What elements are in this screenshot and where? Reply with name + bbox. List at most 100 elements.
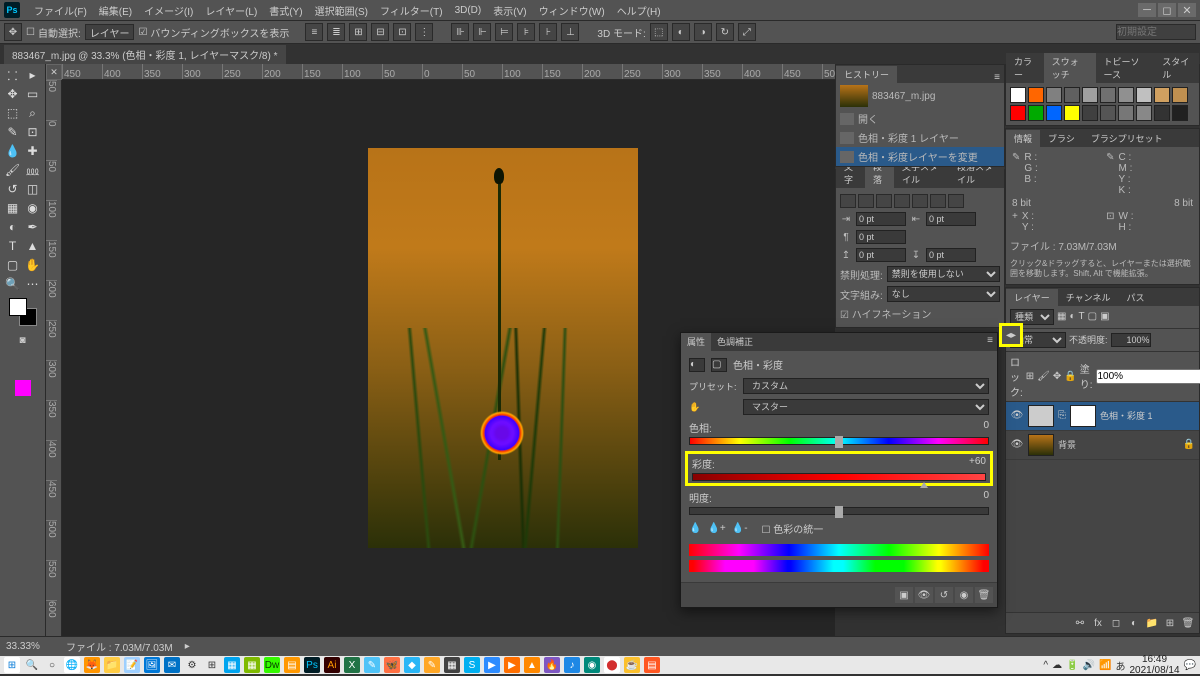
- swatch[interactable]: [1136, 105, 1152, 121]
- swatch[interactable]: [1136, 87, 1152, 103]
- menu-select[interactable]: 選択範囲(S): [309, 3, 374, 18]
- 3d-icon-2[interactable]: ◐: [672, 23, 690, 41]
- new-group-icon[interactable]: 📁: [1144, 616, 1160, 630]
- app-icon[interactable]: 🦋: [384, 657, 400, 673]
- hyphenation-checkbox[interactable]: ☑ ハイフネーション: [840, 306, 931, 321]
- swatch[interactable]: [1010, 105, 1026, 121]
- menu-file[interactable]: ファイル(F): [28, 3, 93, 18]
- view-previous-icon[interactable]: 👁: [915, 587, 933, 603]
- info-tab[interactable]: 情報: [1006, 130, 1040, 147]
- lock-all-icon[interactable]: 🔒: [1064, 369, 1076, 383]
- media-icon[interactable]: ▶: [504, 657, 520, 673]
- outlook-icon[interactable]: ✉: [164, 657, 180, 673]
- app-icon[interactable]: ▤: [644, 657, 660, 673]
- justify-center-icon[interactable]: [912, 194, 928, 208]
- preset-select[interactable]: カスタム: [743, 378, 989, 394]
- quick-select-tool[interactable]: ✎: [3, 123, 23, 141]
- filter-shape-icon[interactable]: ▢: [1088, 311, 1097, 322]
- swatch[interactable]: [1100, 87, 1116, 103]
- app-icon[interactable]: ✎: [424, 657, 440, 673]
- distribute-icon-3[interactable]: ⊨: [495, 23, 513, 41]
- dodge-tool[interactable]: ◐: [3, 218, 23, 236]
- align-center-icon[interactable]: [858, 194, 874, 208]
- lightness-value[interactable]: 0: [983, 490, 989, 505]
- swatch[interactable]: [1172, 105, 1188, 121]
- ruler-horizontal[interactable]: 4504003503002502001501005005010015020025…: [62, 64, 835, 80]
- reset-icon[interactable]: ↺: [935, 587, 953, 603]
- layer-item[interactable]: 👁 背景 🔒: [1006, 431, 1199, 460]
- colorize-checkbox[interactable]: ☐ 色彩の統一: [762, 521, 824, 536]
- new-layer-icon[interactable]: ⊞: [1162, 616, 1178, 630]
- menu-3d[interactable]: 3D(D): [449, 5, 488, 16]
- brush-preset-tab[interactable]: ブラシプリセット: [1083, 130, 1171, 147]
- blur-tool[interactable]: ◉: [23, 199, 43, 217]
- color-range-before[interactable]: [689, 544, 989, 556]
- skype-icon[interactable]: S: [464, 657, 480, 673]
- eraser-tool[interactable]: ◫: [23, 180, 43, 198]
- saturation-value[interactable]: +60: [969, 456, 986, 471]
- adjustment-thumb-icon[interactable]: ◐: [1028, 405, 1054, 427]
- swatch[interactable]: [1064, 87, 1080, 103]
- brush-tool[interactable]: 🖌: [3, 161, 23, 179]
- app-icon[interactable]: ☕: [624, 657, 640, 673]
- vlc-icon[interactable]: ▲: [524, 657, 540, 673]
- path-select-tool[interactable]: ▲: [23, 237, 43, 255]
- color-swatches[interactable]: [9, 298, 37, 326]
- gradient-tool[interactable]: ▦: [3, 199, 23, 217]
- opacity-input[interactable]: [1111, 333, 1151, 347]
- visibility-icon[interactable]: 👁: [1010, 409, 1024, 423]
- channels-tab[interactable]: チャンネル: [1058, 289, 1119, 306]
- hand-tool[interactable]: ✋: [23, 256, 43, 274]
- maximize-button[interactable]: ◻: [1158, 3, 1176, 17]
- color-tab[interactable]: カラー: [1006, 53, 1044, 83]
- justify-right-icon[interactable]: [930, 194, 946, 208]
- history-doc[interactable]: 883467_m.jpg: [836, 83, 1004, 109]
- align-icon-6[interactable]: ⋮: [415, 23, 433, 41]
- 3d-icon-3[interactable]: ◑: [694, 23, 712, 41]
- menu-filter[interactable]: フィルター(T): [374, 3, 449, 18]
- saturation-slider[interactable]: [692, 473, 986, 481]
- close-button[interactable]: ✕: [1178, 3, 1196, 17]
- foreground-color[interactable]: [9, 298, 27, 316]
- distribute-icon-4[interactable]: ⊧: [517, 23, 535, 41]
- auto-select-checkbox[interactable]: ☐自動選択:: [26, 25, 81, 40]
- color-range-after[interactable]: [689, 560, 989, 572]
- hue-slider[interactable]: [689, 437, 989, 445]
- menu-image[interactable]: イメージ(I): [138, 3, 199, 18]
- firefox-icon[interactable]: 🦊: [84, 657, 100, 673]
- layer-item[interactable]: 👁 ◐ ⎘ 色相・彩度 1: [1006, 402, 1199, 431]
- distribute-icon-5[interactable]: ⊦: [539, 23, 557, 41]
- move-tool-icon[interactable]: ✥: [4, 23, 22, 41]
- eyedropper-sub-icon[interactable]: 💧-: [732, 523, 748, 534]
- align-icon[interactable]: ≡: [305, 23, 323, 41]
- hue-value[interactable]: 0: [983, 420, 989, 435]
- stamp-tool[interactable]: ⅏: [23, 161, 43, 179]
- swatch[interactable]: [1172, 87, 1188, 103]
- tray-cloud-icon[interactable]: ☁: [1052, 660, 1062, 671]
- document-canvas[interactable]: [368, 148, 638, 548]
- filter-type-icon[interactable]: T: [1079, 311, 1085, 322]
- distribute-icon[interactable]: ⊪: [451, 23, 469, 41]
- swatch[interactable]: [1028, 87, 1044, 103]
- artboard-tool[interactable]: ▭: [23, 85, 43, 103]
- layer-thumb-icon[interactable]: [1028, 434, 1054, 456]
- clock[interactable]: 16:49 2021/08/14: [1129, 654, 1179, 676]
- swatch[interactable]: [1118, 87, 1134, 103]
- delete-adjustment-icon[interactable]: 🗑: [975, 587, 993, 603]
- filter-smart-icon[interactable]: ▣: [1100, 311, 1109, 322]
- history-step[interactable]: 色相・彩度 1 レイヤー: [836, 128, 1004, 147]
- history-tab[interactable]: ヒストリー: [836, 66, 897, 83]
- chrome-icon[interactable]: 🌐: [64, 657, 80, 673]
- swatch[interactable]: [1082, 105, 1098, 121]
- filter-pixel-icon[interactable]: ▦: [1057, 311, 1066, 322]
- app-icon[interactable]: ▦: [444, 657, 460, 673]
- dreamweaver-icon[interactable]: Dw: [264, 657, 280, 673]
- app-icon[interactable]: 🔥: [544, 657, 560, 673]
- space-after-input[interactable]: [926, 248, 976, 262]
- align-left-icon[interactable]: [840, 194, 856, 208]
- explorer-icon[interactable]: 📁: [104, 657, 120, 673]
- show-bbox-checkbox[interactable]: ☑バウンディングボックスを表示: [138, 25, 289, 40]
- ruler-vertical[interactable]: 5005010015020025030035040045050055060065…: [46, 80, 62, 636]
- new-adjustment-icon[interactable]: ◐: [1126, 616, 1142, 630]
- zoom-tool[interactable]: 🔍: [3, 275, 23, 293]
